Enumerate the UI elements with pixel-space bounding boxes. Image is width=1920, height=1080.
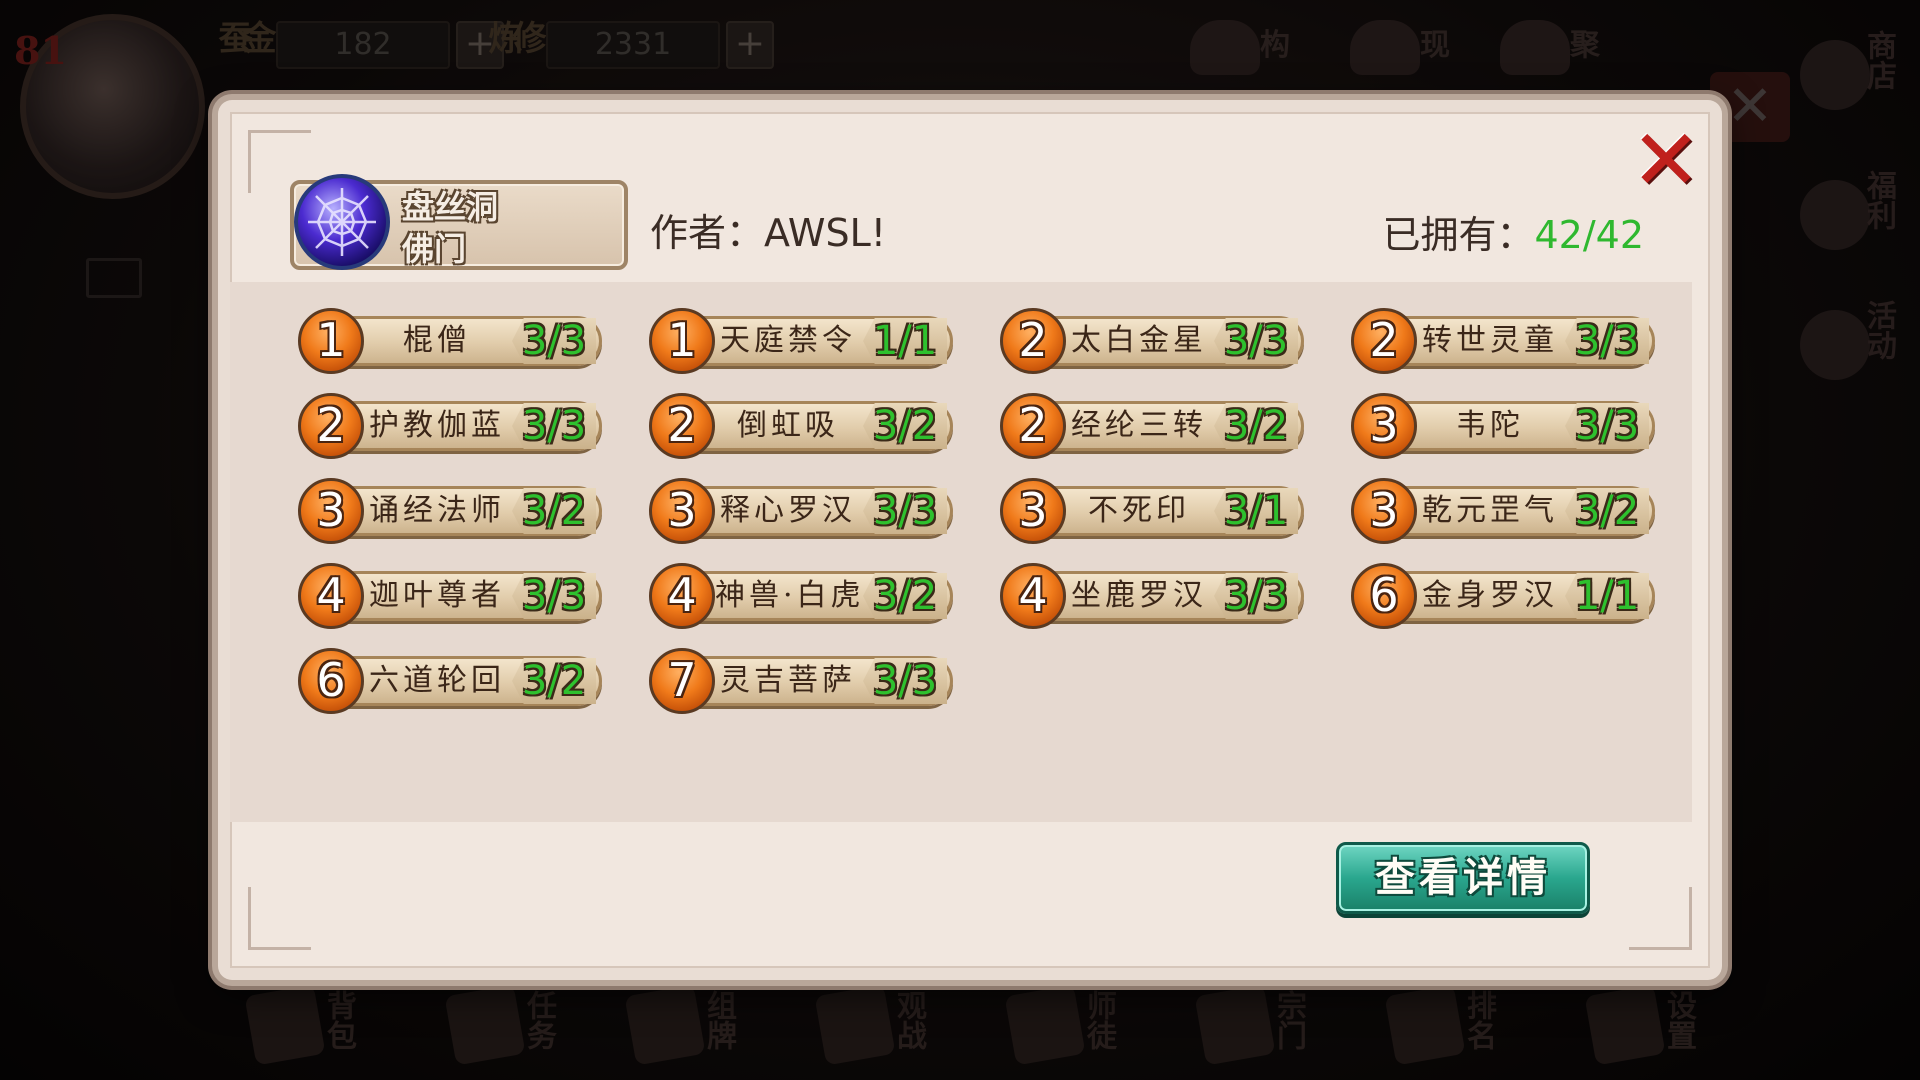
card-cost: 2 bbox=[1351, 308, 1417, 374]
card-name: 太白金星 bbox=[1071, 323, 1207, 358]
card-entry[interactable]: 2 护教伽蓝 3/3 bbox=[280, 391, 608, 459]
card-cost: 7 bbox=[649, 648, 715, 714]
card-name: 释心罗汉 bbox=[720, 493, 856, 528]
card-owned-count: 3/3 bbox=[1214, 318, 1298, 364]
card-name: 神兽·白虎 bbox=[715, 578, 861, 613]
ornament-corner bbox=[248, 887, 311, 950]
card-owned-count: 3/3 bbox=[1214, 573, 1298, 619]
card-owned-count: 3/2 bbox=[863, 403, 947, 449]
card-entry[interactable]: 6 金身罗汉 1/1 bbox=[1333, 561, 1661, 629]
card-entry[interactable]: 2 转世灵童 3/3 bbox=[1333, 306, 1661, 374]
card-name: 护教伽蓝 bbox=[369, 408, 505, 443]
card-cost: 4 bbox=[649, 563, 715, 629]
card-owned-count: 3/3 bbox=[512, 403, 596, 449]
owned-value: 42/42 bbox=[1534, 213, 1644, 257]
card-name: 转世灵童 bbox=[1422, 323, 1558, 358]
card-cost: 3 bbox=[298, 478, 364, 544]
card-entry[interactable]: 6 六道轮回 3/2 bbox=[280, 646, 608, 714]
card-cost: 2 bbox=[1000, 393, 1066, 459]
card-owned-count: 3/3 bbox=[512, 318, 596, 364]
card-owned-count: 3/3 bbox=[1565, 318, 1649, 364]
deck-faction: 佛门 bbox=[402, 230, 467, 268]
card-entry[interactable]: 3 乾元罡气 3/2 bbox=[1333, 476, 1661, 544]
view-details-button[interactable]: 查看详情 bbox=[1336, 842, 1590, 914]
card-owned-count: 1/1 bbox=[1565, 573, 1649, 619]
card-name: 经纶三转 bbox=[1071, 408, 1207, 443]
card-owned-count: 3/2 bbox=[512, 488, 596, 534]
card-name: 金身罗汉 bbox=[1422, 578, 1558, 613]
card-name: 诵经法师 bbox=[369, 493, 505, 528]
card-entry[interactable]: 4 坐鹿罗汉 3/3 bbox=[982, 561, 1310, 629]
card-entry[interactable]: 1 天庭禁令 1/1 bbox=[631, 306, 959, 374]
card-name: 六道轮回 bbox=[369, 663, 505, 698]
card-owned-count: 1/1 bbox=[863, 318, 947, 364]
card-name: 棍僧 bbox=[403, 323, 471, 358]
deck-name: 盘丝洞 bbox=[402, 188, 499, 226]
card-cost: 6 bbox=[298, 648, 364, 714]
card-name: 天庭禁令 bbox=[720, 323, 856, 358]
card-entry[interactable]: 3 不死印 3/1 bbox=[982, 476, 1310, 544]
card-owned-count: 3/3 bbox=[863, 658, 947, 704]
owned-label: 已拥有： bbox=[1382, 213, 1535, 257]
ornament-corner bbox=[1629, 887, 1692, 950]
card-entry[interactable]: 4 神兽·白虎 3/2 bbox=[631, 561, 959, 629]
card-entry[interactable]: 2 经纶三转 3/2 bbox=[982, 391, 1310, 459]
card-owned-count: 3/2 bbox=[1565, 488, 1649, 534]
card-entry[interactable]: 1 棍僧 3/3 bbox=[280, 306, 608, 374]
card-name: 乾元罡气 bbox=[1422, 493, 1558, 528]
card-name: 灵吉菩萨 bbox=[720, 663, 856, 698]
card-name: 韦陀 bbox=[1456, 408, 1524, 443]
card-cost: 2 bbox=[1000, 308, 1066, 374]
card-entry[interactable]: 2 太白金星 3/3 bbox=[982, 306, 1310, 374]
deck-author: 作者：AWSL! bbox=[650, 211, 887, 255]
card-entry[interactable]: 4 迦叶尊者 3/3 bbox=[280, 561, 608, 629]
card-cost: 4 bbox=[1000, 563, 1066, 629]
card-cost: 4 bbox=[298, 563, 364, 629]
card-name: 迦叶尊者 bbox=[369, 578, 505, 613]
card-owned-count: 3/3 bbox=[1565, 403, 1649, 449]
card-owned-count: 3/3 bbox=[863, 488, 947, 534]
card-entry[interactable]: 2 倒虹吸 3/2 bbox=[631, 391, 959, 459]
card-name: 倒虹吸 bbox=[737, 408, 839, 443]
deck-info-dialog: ✕ 盘丝洞 佛门 作者：AWSL! 已拥有：42/42 1 棍僧 3/3 1 天庭禁令 1… bbox=[218, 100, 1722, 980]
card-owned-count: 3/3 bbox=[512, 573, 596, 619]
card-cost: 2 bbox=[298, 393, 364, 459]
owned-count: 已拥有：42/42 bbox=[1382, 204, 1644, 259]
card-cost: 6 bbox=[1351, 563, 1417, 629]
card-cost: 3 bbox=[649, 478, 715, 544]
card-owned-count: 3/2 bbox=[1214, 403, 1298, 449]
card-cost: 1 bbox=[298, 308, 364, 374]
card-owned-count: 3/1 bbox=[1214, 488, 1298, 534]
card-entry[interactable]: 3 释心罗汉 3/3 bbox=[631, 476, 959, 544]
card-name: 不死印 bbox=[1088, 493, 1190, 528]
card-entry[interactable]: 3 诵经法师 3/2 bbox=[280, 476, 608, 544]
spiderweb-icon bbox=[294, 174, 390, 270]
card-owned-count: 3/2 bbox=[512, 658, 596, 704]
card-name: 坐鹿罗汉 bbox=[1071, 578, 1207, 613]
card-cost: 3 bbox=[1351, 478, 1417, 544]
close-icon[interactable]: ✕ bbox=[1628, 118, 1704, 202]
card-cost: 2 bbox=[649, 393, 715, 459]
card-owned-count: 3/2 bbox=[863, 573, 947, 619]
card-entry[interactable]: 3 韦陀 3/3 bbox=[1333, 391, 1661, 459]
card-cost: 1 bbox=[649, 308, 715, 374]
card-cost: 3 bbox=[1351, 393, 1417, 459]
card-entry[interactable]: 7 灵吉菩萨 3/3 bbox=[631, 646, 959, 714]
card-cost: 3 bbox=[1000, 478, 1066, 544]
